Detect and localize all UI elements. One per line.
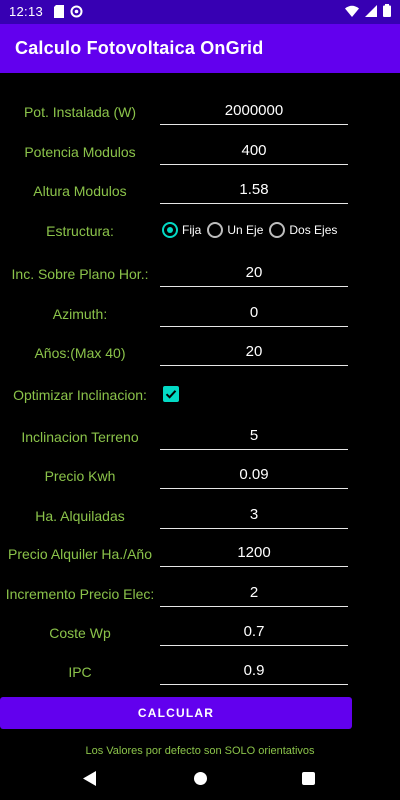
azimuth-input[interactable]: 0 — [160, 302, 348, 327]
altura-modulos-input[interactable]: 1.58 — [160, 179, 348, 204]
row-coste-wp: Coste Wp 0.7 — [0, 616, 400, 652]
inc-plano-input[interactable]: 20 — [160, 262, 348, 287]
ha-alquiladas-input[interactable]: 3 — [160, 504, 348, 529]
inc-plano-label: Inc. Sobre Plano Hor.: — [11, 266, 149, 282]
sd-card-icon — [54, 5, 64, 21]
incremento-precio-input[interactable]: 2 — [160, 582, 348, 607]
calcular-button[interactable]: CALCULAR — [0, 697, 352, 729]
row-precio-alquiler: Precio Alquiler Ha./Año 1200 — [0, 537, 400, 573]
row-estructura: Estructura: Fija Un Eje Dos Ejes — [0, 214, 400, 250]
row-potencia-modulos: Potencia Modulos 400 — [0, 135, 400, 171]
estructura-label: Estructura: — [46, 223, 114, 239]
navigation-bar — [0, 760, 400, 800]
coste-wp-input[interactable]: 0.7 — [160, 621, 348, 646]
row-azimuth: Azimuth: 0 — [0, 297, 400, 333]
sync-icon — [70, 5, 83, 21]
potencia-modulos-label: Potencia Modulos — [24, 144, 136, 160]
radio-dos-ejes[interactable]: Dos Ejes — [269, 222, 337, 238]
azimuth-label: Azimuth: — [52, 306, 108, 322]
radio-fija-label: Fija — [182, 223, 202, 237]
pot-instalada-input[interactable]: 2000000 — [160, 100, 348, 125]
row-altura-modulos: Altura Modulos 1.58 — [0, 174, 400, 210]
back-icon[interactable] — [83, 771, 96, 791]
anos-input[interactable]: 20 — [160, 341, 348, 366]
row-inclinacion-terreno: Inclinacion Terreno 5 — [0, 420, 400, 456]
radio-unchecked-icon — [207, 222, 224, 238]
ipc-input[interactable]: 0.9 — [160, 660, 348, 685]
inclinacion-terreno-input[interactable]: 5 — [160, 425, 348, 450]
home-icon[interactable] — [194, 772, 207, 785]
row-inc-plano: Inc. Sobre Plano Hor.: 20 — [0, 257, 400, 293]
estructura-radio-group: Fija Un Eje Dos Ejes — [162, 222, 343, 238]
signal-icon — [365, 4, 377, 20]
app-bar: Calculo Fotovoltaica OnGrid — [0, 24, 400, 73]
status-time: 12:13 — [9, 4, 44, 19]
radio-unchecked-icon — [269, 222, 286, 238]
row-ipc: IPC 0.9 — [0, 655, 400, 691]
precio-alquiler-input[interactable]: 1200 — [160, 542, 348, 567]
radio-checked-icon — [162, 222, 178, 238]
altura-modulos-label: Altura Modulos — [33, 183, 127, 199]
pot-instalada-label: Pot. Instalada (W) — [23, 104, 137, 120]
precio-alquiler-label: Precio Alquiler Ha./Año — [8, 546, 152, 562]
radio-fija[interactable]: Fija — [162, 222, 201, 238]
ipc-label: IPC — [68, 664, 92, 680]
precio-kwh-label: Precio Kwh — [44, 468, 116, 484]
footnote: Los Valores por defecto son SOLO orienta… — [85, 745, 315, 757]
radio-un-eje-label: Un Eje — [227, 223, 264, 237]
coste-wp-label: Coste Wp — [49, 625, 111, 641]
optimizar-checkbox[interactable] — [163, 386, 179, 402]
incremento-precio-label: Incremento Precio Elec: — [5, 586, 155, 602]
row-pot-instalada: Pot. Instalada (W) 2000000 — [0, 95, 400, 131]
battery-icon — [383, 4, 391, 20]
app-title: Calculo Fotovoltaica OnGrid — [15, 38, 264, 58]
row-ha-alquiladas: Ha. Alquiladas 3 — [0, 499, 400, 535]
anos-label: Años:(Max 40) — [34, 345, 126, 361]
row-precio-kwh: Precio Kwh 0.09 — [0, 459, 400, 495]
inclinacion-terreno-label: Inclinacion Terreno — [21, 429, 139, 445]
potencia-modulos-input[interactable]: 400 — [160, 140, 348, 165]
check-icon — [165, 390, 177, 399]
radio-un-eje[interactable]: Un Eje — [207, 222, 263, 238]
optimizar-label: Optimizar Inclinacion: — [13, 387, 147, 403]
radio-dos-ejes-label: Dos Ejes — [289, 223, 338, 237]
recents-icon[interactable] — [302, 772, 315, 785]
precio-kwh-input[interactable]: 0.09 — [160, 464, 348, 489]
ha-alquiladas-label: Ha. Alquiladas — [35, 508, 125, 524]
row-incremento-precio: Incremento Precio Elec: 2 — [0, 577, 400, 613]
row-anos: Años:(Max 40) 20 — [0, 336, 400, 372]
status-bar: 12:13 — [0, 0, 400, 24]
wifi-icon — [345, 5, 359, 20]
row-optimizar: Optimizar Inclinacion: — [0, 378, 400, 414]
